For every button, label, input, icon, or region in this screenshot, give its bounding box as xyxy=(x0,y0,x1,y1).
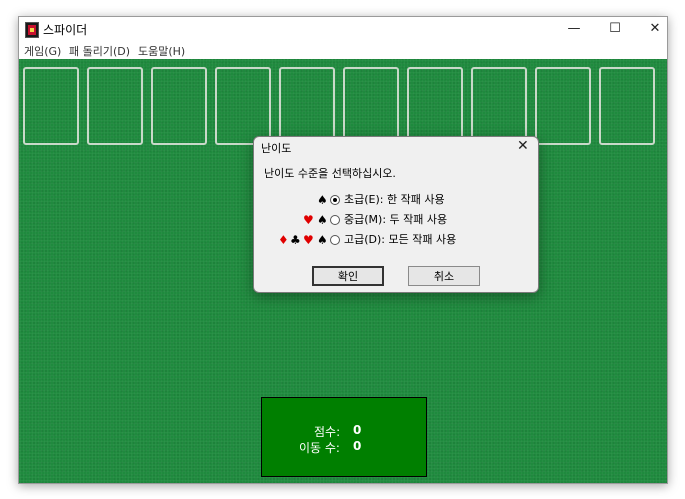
spade-icon: ♠ xyxy=(317,213,328,227)
close-window-button[interactable]: ✕ xyxy=(632,17,667,41)
option-label-easy[interactable]: 초급(E): 한 작패 사용 xyxy=(344,193,445,207)
tableau-slot[interactable] xyxy=(599,67,655,145)
heart-icon: ♥ xyxy=(303,233,314,247)
radio-medium[interactable] xyxy=(330,215,340,225)
score-value: 0 xyxy=(353,423,362,437)
tableau-slot[interactable] xyxy=(151,67,207,145)
difficulty-option-medium[interactable]: ♥ ♠ 중급(M): 두 작패 사용 xyxy=(254,213,540,231)
menu-deal[interactable]: 패 돌리기(D) xyxy=(69,43,130,59)
spade-icon: ♠ xyxy=(317,233,328,247)
radio-easy[interactable] xyxy=(330,195,340,205)
moves-value: 0 xyxy=(353,439,362,453)
window-title: 스파이더 xyxy=(43,23,88,37)
score-label: 점수: xyxy=(314,425,341,439)
cancel-button[interactable]: 취소 xyxy=(408,266,480,286)
tableau-slot[interactable] xyxy=(215,67,271,145)
difficulty-dialog: 난이도 ✕ 난이도 수준을 선택하십시오. ♠ 초급(E): 한 작패 사용 ♥… xyxy=(253,136,539,293)
spider-app-icon xyxy=(25,22,39,38)
ok-button[interactable]: 확인 xyxy=(312,266,384,286)
difficulty-option-hard[interactable]: ♦ ♣ ♥ ♠ 고급(D): 모든 작패 사용 xyxy=(254,233,540,251)
dialog-title: 난이도 xyxy=(261,142,292,155)
tableau-slot[interactable] xyxy=(535,67,591,145)
diamond-icon: ♦ xyxy=(278,233,289,247)
tableau-slot[interactable] xyxy=(87,67,143,145)
tableau-slot[interactable] xyxy=(343,67,399,145)
tableau-slot[interactable] xyxy=(279,67,335,145)
tableau-slot[interactable] xyxy=(407,67,463,145)
menu-game[interactable]: 게임(G) xyxy=(24,43,61,59)
title-bar: 스파이더 — ☐ ✕ xyxy=(19,17,667,41)
heart-icon: ♥ xyxy=(303,213,314,227)
minimize-button[interactable]: — xyxy=(551,17,597,41)
tableau-slot[interactable] xyxy=(471,67,527,145)
menu-bar: 게임(G) 패 돌리기(D) 도움말(H) xyxy=(19,41,667,59)
option-label-medium[interactable]: 중급(M): 두 작패 사용 xyxy=(344,213,447,227)
spade-icon: ♠ xyxy=(317,193,328,207)
dialog-prompt: 난이도 수준을 선택하십시오. xyxy=(264,167,396,180)
dialog-close-button[interactable]: ✕ xyxy=(517,138,529,154)
club-icon: ♣ xyxy=(290,233,301,247)
option-label-hard[interactable]: 고급(D): 모든 작패 사용 xyxy=(344,233,456,247)
tableau-slot[interactable] xyxy=(23,67,79,145)
menu-help[interactable]: 도움말(H) xyxy=(138,43,185,59)
difficulty-option-easy[interactable]: ♠ 초급(E): 한 작패 사용 xyxy=(254,193,540,211)
score-panel: 점수: 0 이동 수: 0 xyxy=(261,397,427,477)
radio-hard[interactable] xyxy=(330,235,340,245)
moves-label: 이동 수: xyxy=(299,441,340,455)
